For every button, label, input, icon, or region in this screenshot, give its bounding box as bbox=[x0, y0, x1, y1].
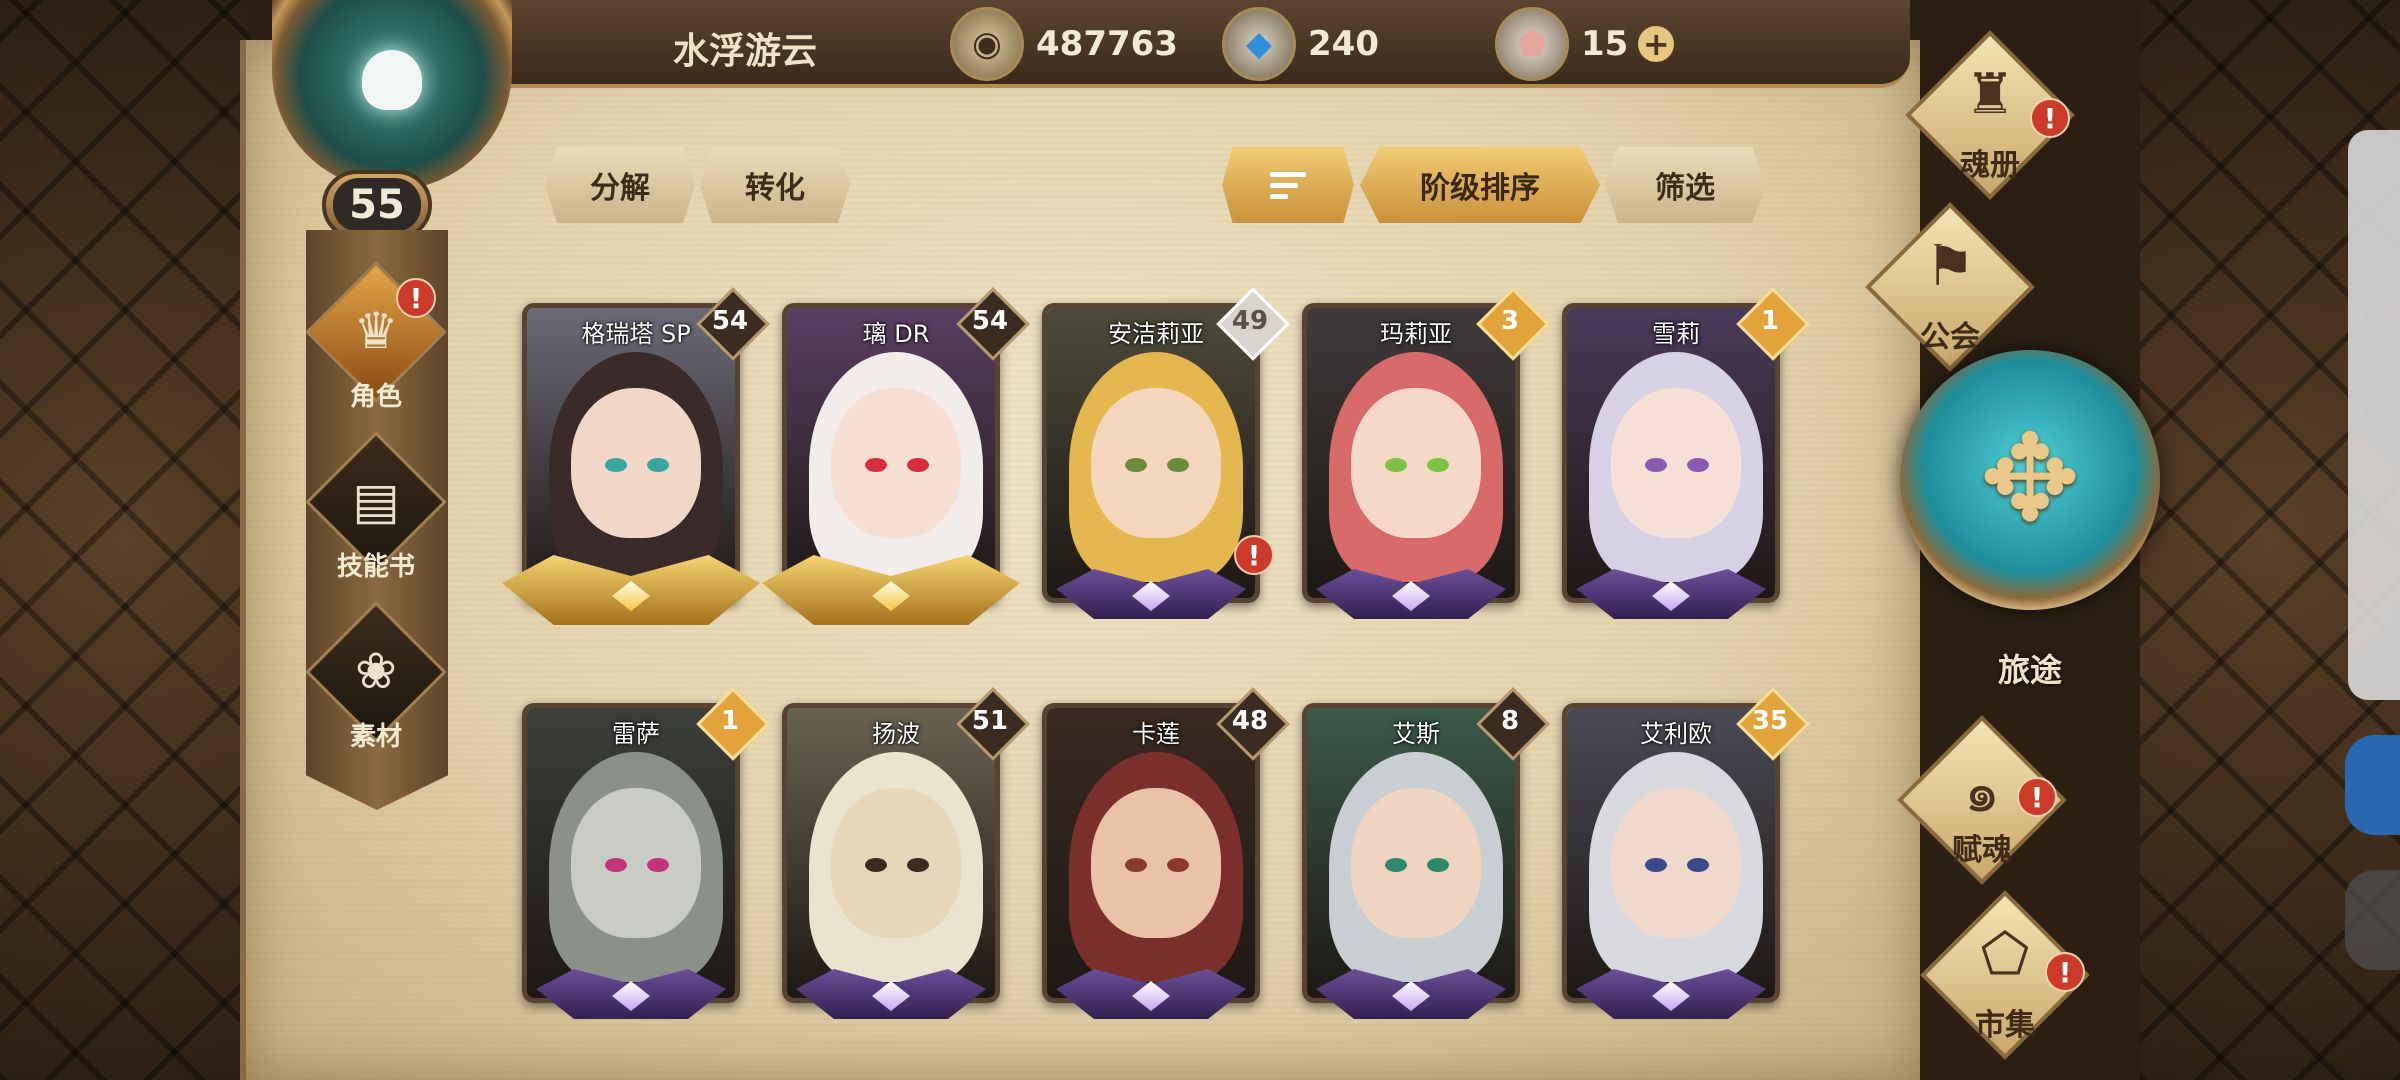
menu-label-market: 市集 bbox=[1975, 1008, 2035, 1043]
character-card[interactable]: 雷萨 1 bbox=[522, 703, 740, 1033]
left-wall-decoration bbox=[0, 0, 250, 1080]
character-level-badge: 3 bbox=[1478, 289, 1542, 353]
system-side-panel[interactable] bbox=[2348, 130, 2400, 700]
character-level: 51 bbox=[971, 706, 1009, 736]
floating-side-button[interactable] bbox=[2345, 735, 2400, 835]
character-level: 49 bbox=[1231, 306, 1269, 336]
character-level-badge: 49 bbox=[1218, 289, 1282, 353]
character-card[interactable]: 艾斯 8 bbox=[1302, 703, 1520, 1033]
soul-flame-icon bbox=[362, 50, 422, 110]
character-card[interactable]: 格瑞塔 SP 54 bbox=[502, 303, 760, 633]
character-card[interactable]: 安洁莉亚 49! bbox=[1042, 303, 1274, 633]
character-card[interactable]: 卡莲 48 bbox=[1042, 703, 1268, 1033]
pink-gem-icon: ⬟ bbox=[1495, 7, 1569, 81]
menu-soul-imbue[interactable]: ๑ 赋魂 ! bbox=[1882, 715, 2082, 885]
filter-button[interactable]: 筛选 bbox=[1605, 147, 1765, 223]
nav-label-character: 角色 bbox=[349, 382, 402, 412]
material-icon: ❀ bbox=[355, 642, 397, 700]
nav-item-character[interactable]: ♛ 角色 ! bbox=[296, 261, 456, 422]
gold-amount: 487763 bbox=[1036, 24, 1178, 64]
character-card[interactable]: 雪莉 1 bbox=[1562, 303, 1780, 633]
gem-currency: ⬟ 15 + bbox=[1495, 7, 1675, 81]
journey-label: 旅途 bbox=[1997, 651, 2062, 689]
character-level: 54 bbox=[971, 306, 1009, 336]
crystal-currency: ◆ 240 bbox=[1222, 7, 1379, 81]
nav-item-material[interactable]: ❀ 素材 bbox=[296, 601, 456, 762]
character-level-badge: 8 bbox=[1478, 689, 1542, 753]
nav-item-skillbook[interactable]: ▤ 技能书 bbox=[296, 431, 456, 592]
character-level-badge: 51 bbox=[958, 689, 1022, 753]
character-card[interactable]: 璃 DR 54 bbox=[762, 303, 1020, 633]
sort-direction-button[interactable] bbox=[1222, 147, 1354, 223]
journey-emblem-icon: ✥ bbox=[1979, 410, 2081, 549]
character-level: 8 bbox=[1500, 706, 1520, 736]
menu-label-soulbook: 魂册 bbox=[1960, 148, 2020, 183]
blue-crystal-icon: ◆ bbox=[1222, 7, 1296, 81]
alert-icon: ! bbox=[2017, 777, 2057, 817]
character-level-badge: 54 bbox=[958, 289, 1022, 353]
character-level: 1 bbox=[720, 706, 740, 736]
menu-market[interactable]: ⬠ 市集 ! bbox=[1905, 890, 2105, 1060]
character-level-badge: 54 bbox=[698, 289, 762, 353]
convert-button[interactable]: 转化 bbox=[700, 147, 850, 223]
character-level-badge: 1 bbox=[1738, 289, 1802, 353]
add-gem-button[interactable]: + bbox=[1638, 26, 1675, 62]
character-level: 35 bbox=[1751, 706, 1789, 736]
alert-icon: ! bbox=[396, 278, 436, 318]
player-level: 55 bbox=[333, 178, 421, 232]
character-level-badge: 48 bbox=[1218, 689, 1282, 753]
character-level-badge: 1 bbox=[698, 689, 762, 753]
journey-button[interactable]: ✥ 旅途 bbox=[1900, 350, 2160, 710]
guild-icon: ⚑ bbox=[1924, 234, 1976, 299]
gold-currency: ◉ 487763 bbox=[950, 7, 1178, 81]
menu-label-soul-imbue: 赋魂 bbox=[1952, 833, 2012, 868]
character-level: 3 bbox=[1500, 306, 1520, 336]
alert-icon: ! bbox=[2030, 98, 2070, 138]
menu-guild[interactable]: ⚑ 公会 bbox=[1850, 202, 2050, 372]
sort-icon bbox=[1270, 171, 1306, 199]
character-card[interactable]: 扬波 51 bbox=[782, 703, 1008, 1033]
skillbook-icon: ▤ bbox=[352, 472, 400, 530]
nav-label-material: 素材 bbox=[349, 722, 402, 752]
player-name: 水浮游云 bbox=[672, 31, 817, 72]
alert-icon: ! bbox=[2045, 952, 2085, 992]
crystal-amount: 240 bbox=[1308, 24, 1379, 64]
floating-side-button-secondary[interactable] bbox=[2345, 870, 2400, 970]
character-card[interactable]: 玛莉亚 3 bbox=[1302, 303, 1520, 633]
alert-icon: ! bbox=[1234, 535, 1274, 575]
sort-order-button[interactable]: 阶级排序 bbox=[1360, 147, 1600, 223]
character-icon: ♛ bbox=[353, 302, 399, 360]
menu-soulbook[interactable]: ♜ 魂册 ! bbox=[1890, 30, 2090, 200]
gem-amount: 15 bbox=[1581, 24, 1629, 64]
nav-label-skillbook: 技能书 bbox=[336, 552, 415, 582]
gold-coin-icon: ◉ bbox=[950, 7, 1024, 81]
character-card[interactable]: 艾利欧 35 bbox=[1562, 703, 1788, 1033]
character-level: 54 bbox=[711, 306, 749, 336]
player-level-badge: 55 bbox=[322, 170, 432, 240]
character-level: 48 bbox=[1231, 706, 1269, 736]
character-level-badge: 35 bbox=[1738, 689, 1802, 753]
character-level: 1 bbox=[1760, 306, 1780, 336]
decompose-button[interactable]: 分解 bbox=[545, 147, 695, 223]
